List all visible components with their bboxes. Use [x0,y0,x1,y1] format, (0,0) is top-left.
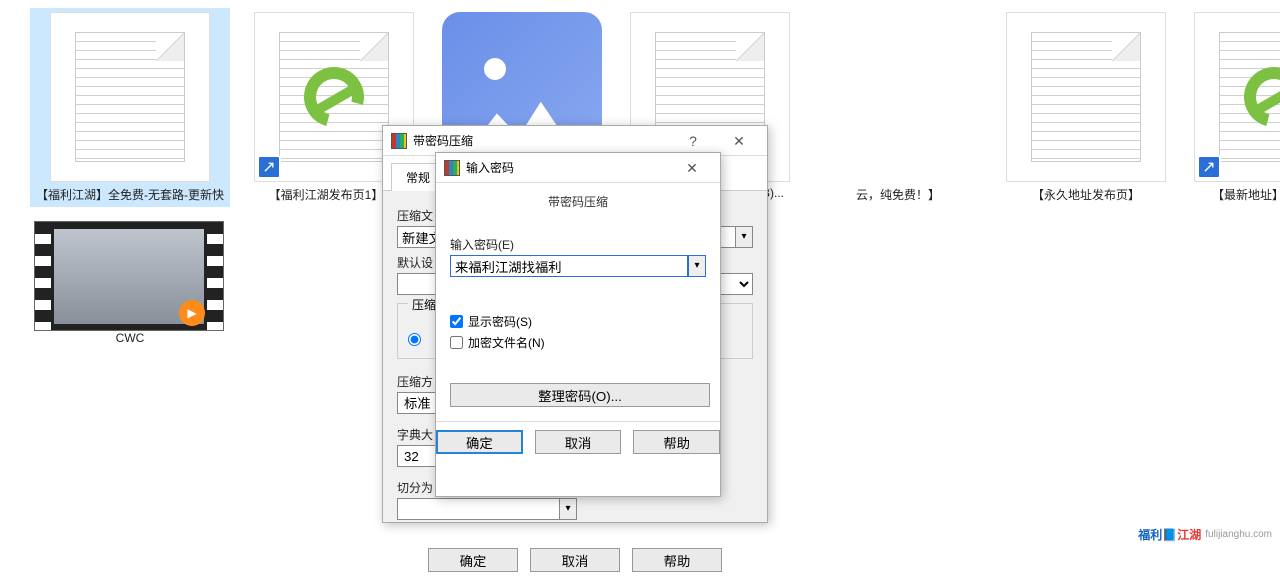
play-icon: ▶ [179,300,205,326]
file-label: 【最新地址】-点此打开 [1194,186,1280,203]
text-file-icon [50,12,210,182]
organize-passwords-button[interactable]: 整理密码(O)... [450,383,710,407]
dialog-button-row: 确定 取消 帮助 [436,421,720,462]
close-icon[interactable]: ✕ [672,154,712,182]
encrypt-names-label: 加密文件名(N) [468,334,545,351]
shortcut-arrow-icon: ↗ [1197,155,1221,179]
dialog-title: 带密码压缩 [413,132,473,149]
chevron-down-icon[interactable]: ▾ [735,226,753,248]
password-input[interactable] [450,255,688,277]
help-icon[interactable]: ? [673,127,713,155]
show-password-checkbox[interactable] [450,315,463,328]
format-radio[interactable] [408,333,421,346]
file-item-video[interactable]: ▶ CWC [30,217,230,349]
dialog-titlebar[interactable]: 输入密码 ✕ [436,153,720,183]
help-button[interactable]: 帮助 [633,430,720,454]
file-item-7[interactable]: ↗ 【最新地址】-点此打开 [1190,8,1280,349]
dialog-title: 输入密码 [466,159,514,176]
app-icon [391,133,407,149]
cancel-button[interactable]: 取消 [535,430,622,454]
app-icon [444,160,460,176]
password-label: 输入密码(E) [450,236,706,253]
file-item-1[interactable]: 【福利江湖】全免费-无套路-更新快 [30,8,230,207]
cancel-button[interactable]: 取消 [530,548,620,572]
chevron-down-icon[interactable]: ▾ [688,255,706,277]
ok-button[interactable]: 确定 [436,430,523,454]
browser-shortcut-icon: ↗ [1194,12,1280,182]
watermark: 福利📘江湖 fulijianghu.com [1138,526,1272,543]
file-label: 云，纯免费！】 [818,186,978,203]
shortcut-arrow-icon: ↗ [257,155,281,179]
file-label: 【永久地址发布页】 [1006,186,1166,203]
text-file-icon [1006,12,1166,182]
dialog-button-row: 确定 取消 帮助 [383,540,767,580]
show-password-label: 显示密码(S) [468,313,532,330]
password-dialog: 输入密码 ✕ 带密码压缩 输入密码(E) ▾ 显示密码(S) 加密文件名(N) … [435,152,721,497]
encrypt-names-checkbox[interactable] [450,336,463,349]
file-item-6[interactable]: 【永久地址发布页】 [1002,8,1170,349]
chevron-down-icon[interactable]: ▾ [559,498,577,520]
file-item-5[interactable]: 云，纯免费！】 [814,8,982,349]
file-label: CWC [34,331,226,345]
split-size-input[interactable] [397,498,559,520]
help-button[interactable]: 帮助 [632,548,722,572]
close-icon[interactable]: ✕ [719,127,759,155]
dialog-subtitle: 带密码压缩 [436,183,720,220]
file-label: 【福利江湖】全免费-无套路-更新快 [34,186,226,203]
ok-button[interactable]: 确定 [428,548,518,572]
video-thumbnail-icon: ▶ [34,221,224,331]
